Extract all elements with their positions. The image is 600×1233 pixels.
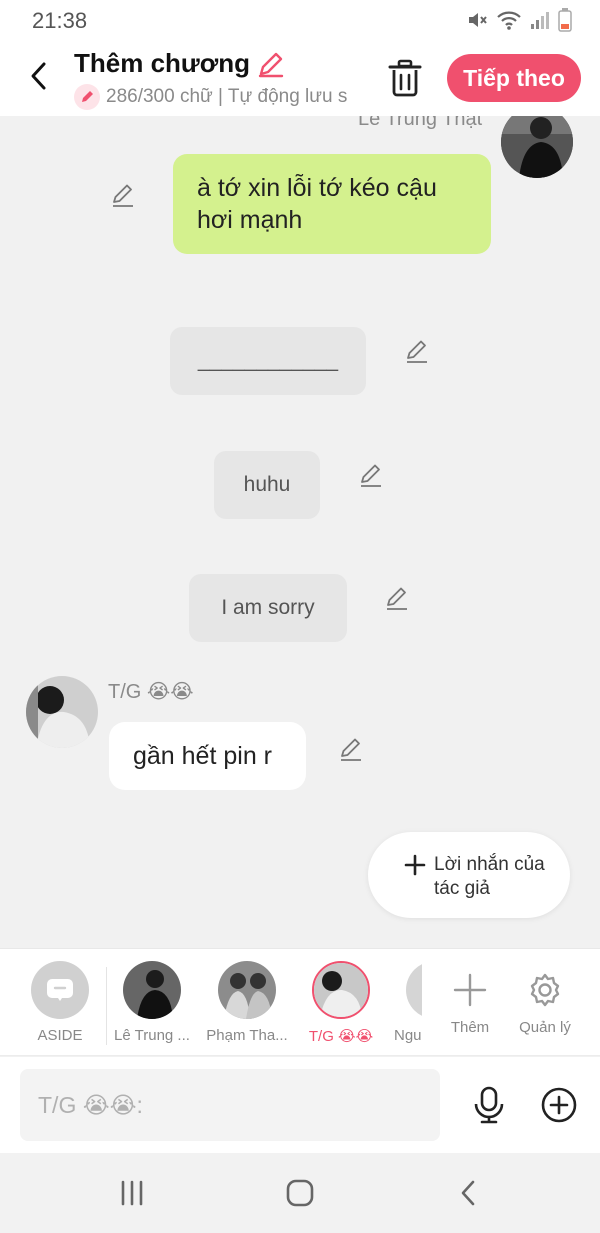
- plus-circle-icon: [541, 1087, 577, 1123]
- sender-name: Lê Trung Thật: [358, 116, 483, 130]
- character-bar: ASIDE Lê Trung ... Phạm Tha... T/G 😭😭 Ng…: [0, 948, 600, 1056]
- recents-button[interactable]: [112, 1177, 152, 1209]
- avatar: [406, 961, 422, 1019]
- chat-area: Lê Trung Thật à tớ xin lỗi tớ kéo cậu hơ…: [0, 116, 600, 948]
- aside-text: huhu: [243, 473, 291, 496]
- aside-icon: [31, 961, 89, 1019]
- status-bar: 21:38: [0, 0, 600, 42]
- back-button[interactable]: [20, 56, 56, 96]
- character-label: Lê Trung ...: [114, 1027, 190, 1044]
- battery-icon: [558, 8, 572, 32]
- manage-characters-button[interactable]: Quản lý: [501, 961, 589, 1036]
- aside-bubble[interactable]: huhu: [214, 451, 320, 519]
- manage-label: Quản lý: [519, 1019, 571, 1036]
- input-bar: T/G 😭😭:: [0, 1057, 600, 1153]
- edit-message-icon[interactable]: [384, 585, 410, 611]
- gear-icon: [530, 973, 560, 1007]
- sender-name: T/G 😭😭: [108, 681, 194, 703]
- add-attachment-button[interactable]: [540, 1085, 578, 1125]
- plus-icon: [453, 973, 487, 1007]
- divider: [106, 967, 107, 1045]
- message-text: gần hết pin r: [133, 741, 272, 770]
- avatar: [218, 961, 276, 1019]
- signal-icon: [531, 12, 549, 29]
- character-aside[interactable]: ASIDE: [16, 961, 104, 1044]
- character-item[interactable]: Phạm Tha...: [203, 961, 291, 1044]
- author-message-button[interactable]: Lời nhắn của tác giả: [368, 832, 570, 918]
- aside-bubble[interactable]: ____________: [170, 327, 366, 395]
- mute-icon: [469, 13, 487, 27]
- status-time: 21:38: [32, 8, 88, 33]
- aside-bubble[interactable]: I am sorry: [189, 574, 347, 642]
- avatar: [312, 961, 370, 1019]
- edit-message-icon[interactable]: [404, 338, 430, 364]
- character-label: ASIDE: [37, 1027, 83, 1044]
- edit-title-icon[interactable]: [256, 49, 286, 79]
- wifi-icon: [497, 11, 521, 30]
- plus-icon: [404, 854, 426, 876]
- avatar[interactable]: [26, 676, 98, 748]
- aside-text: I am sorry: [221, 596, 315, 619]
- next-button[interactable]: Tiếp theo: [447, 54, 581, 102]
- edit-message-icon[interactable]: [358, 462, 384, 488]
- word-count-status: 286/300 chữ | Tự động lưu s: [74, 84, 362, 110]
- message-bubble[interactable]: à tớ xin lỗi tớ kéo cậu hơi mạnh: [173, 154, 491, 254]
- character-label: Ngu: [394, 1027, 422, 1044]
- avatar: [123, 961, 181, 1019]
- recents-icon: [121, 1180, 143, 1206]
- delete-button[interactable]: [386, 58, 424, 98]
- system-nav-bar: [0, 1153, 600, 1233]
- home-icon: [286, 1179, 314, 1207]
- system-back-button[interactable]: [448, 1177, 488, 1209]
- trash-icon: [388, 59, 422, 97]
- message-text: à tớ xin lỗi tớ kéo cậu hơi mạnh: [197, 174, 437, 234]
- edit-message-icon[interactable]: [338, 736, 364, 762]
- input-placeholder: T/G 😭😭:: [38, 1091, 143, 1118]
- pen-icon: [74, 84, 100, 110]
- edit-message-icon[interactable]: [110, 182, 136, 208]
- back-icon: [461, 1180, 475, 1206]
- microphone-button[interactable]: [470, 1085, 508, 1125]
- character-item[interactable]: Lê Trung ...: [108, 961, 196, 1044]
- aside-text: ____________: [197, 349, 339, 372]
- author-message-label: Lời nhắn của tác giả: [434, 854, 545, 899]
- message-bubble[interactable]: gần hết pin r: [109, 722, 306, 790]
- character-label: Phạm Tha...: [206, 1027, 288, 1044]
- avatar[interactable]: [501, 116, 573, 178]
- top-bar: Thêm chương 286/300 chữ | Tự động lưu s …: [0, 42, 600, 116]
- home-button[interactable]: [280, 1177, 320, 1209]
- microphone-icon: [474, 1086, 504, 1124]
- chapter-title[interactable]: Thêm chương: [74, 48, 286, 79]
- chapter-title-text: Thêm chương: [74, 48, 250, 78]
- character-label: T/G 😭😭: [308, 1028, 374, 1045]
- status-icons: [466, 8, 572, 32]
- back-arrow-icon: [31, 62, 46, 90]
- word-count-text: 286/300 chữ | Tự động lưu s: [106, 86, 348, 107]
- character-item[interactable]: Ngu: [378, 961, 422, 1044]
- character-item-selected[interactable]: T/G 😭😭: [297, 961, 385, 1045]
- message-input[interactable]: T/G 😭😭:: [20, 1069, 440, 1141]
